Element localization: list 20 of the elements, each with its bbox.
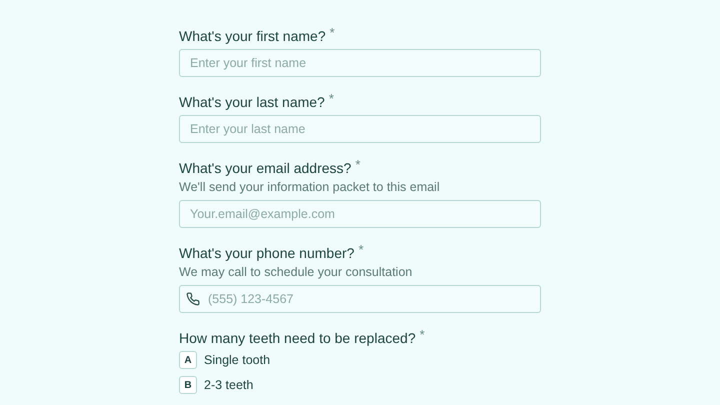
hint-text: We may call to schedule your consultation xyxy=(179,265,414,279)
input-field[interactable]: Enter your last name xyxy=(179,115,541,143)
phone-field[interactable]: (555) 123-4567 xyxy=(179,285,541,313)
question-label: What's your phone number? xyxy=(179,245,354,261)
question-label: What's your last name? xyxy=(179,94,325,110)
option-key[interactable]: B xyxy=(179,376,197,394)
question-label: What's your first name? xyxy=(179,28,326,44)
option-label[interactable]: Single tooth xyxy=(204,353,270,367)
required-mark: * xyxy=(328,91,334,106)
required-mark: * xyxy=(358,242,364,257)
question-label: What's your email address? xyxy=(179,160,352,176)
required-mark: * xyxy=(330,25,335,40)
option-key[interactable]: A xyxy=(179,351,197,369)
hint-text: We'll send your information packet to this email xyxy=(179,180,441,194)
required-mark: * xyxy=(420,327,425,342)
question-label: How many teeth need to be replaced? xyxy=(179,330,416,346)
option-label[interactable]: 2-3 teeth xyxy=(204,378,254,392)
required-mark: * xyxy=(355,157,360,172)
input-field[interactable]: Enter your first name xyxy=(179,49,541,77)
input-field[interactable]: Your.email@example.com xyxy=(179,200,541,228)
